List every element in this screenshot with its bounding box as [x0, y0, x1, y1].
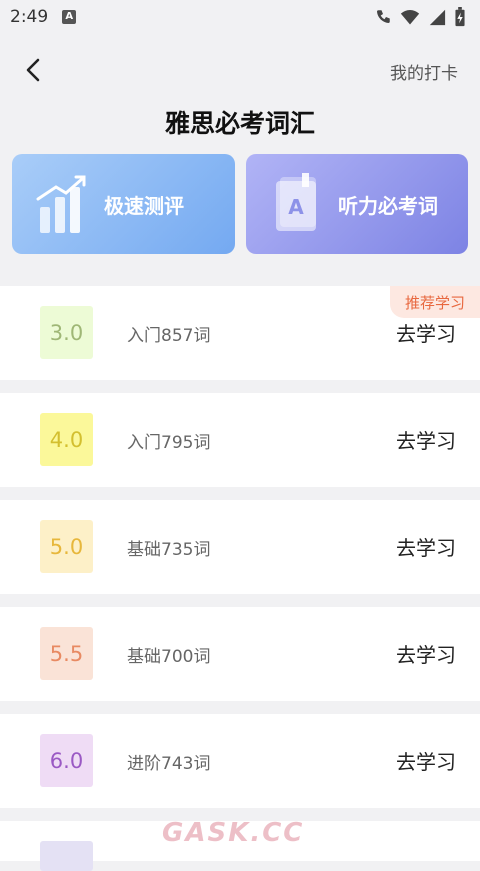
list-item[interactable]: 5.5 基础700词 去学习 [0, 607, 480, 701]
bar-chart-icon [36, 175, 86, 233]
status-time: 2:49 [10, 7, 49, 27]
recommend-tag: 推荐学习 [390, 286, 480, 318]
watermark: GASK.CC [162, 818, 305, 848]
level-label: 入门795词 [127, 433, 211, 453]
back-button[interactable] [18, 54, 50, 86]
go-study-button[interactable]: 去学习 [396, 639, 456, 668]
chevron-left-icon [26, 58, 40, 82]
level-badge: 5.0 [40, 520, 93, 573]
level-label: 进阶743词 [127, 754, 211, 774]
list-item[interactable]: 6.0 进阶743词 去学习 [0, 714, 480, 808]
status-bar: 2:49 A [0, 0, 480, 34]
my-checkin-link[interactable]: 我的打卡 [390, 59, 458, 84]
quick-test-label: 极速测评 [104, 193, 184, 218]
level-badge: 4.0 [40, 413, 93, 466]
level-list: 3.0 入门857词 去学习 推荐学习 4.0 入门795词 去学习 5.0 基… [0, 286, 480, 821]
quick-test-card[interactable]: 极速测评 [12, 154, 235, 254]
go-study-button[interactable]: 去学习 [396, 746, 456, 775]
level-label: 基础700词 [127, 647, 211, 667]
level-badge [40, 841, 93, 871]
go-study-button[interactable]: 去学习 [396, 532, 456, 561]
list-item[interactable]: 3.0 入门857词 去学习 推荐学习 [0, 286, 480, 380]
status-right [374, 7, 466, 27]
listening-words-card[interactable]: A 听力必考词 [246, 154, 468, 254]
list-item[interactable]: 4.0 入门795词 去学习 [0, 393, 480, 487]
level-badge: 6.0 [40, 734, 93, 787]
signal-icon [429, 9, 446, 26]
level-label: 入门857词 [127, 326, 211, 346]
top-bar: 我的打卡 [0, 46, 480, 92]
level-badge: 3.0 [40, 306, 93, 359]
wifi-icon [400, 10, 420, 25]
svg-text:A: A [288, 195, 304, 219]
notification-icon: A [62, 10, 77, 24]
go-study-button[interactable]: 去学习 [396, 425, 456, 454]
book-icon: A [276, 173, 316, 231]
level-label: 基础735词 [127, 540, 211, 560]
call-icon [377, 10, 390, 23]
go-study-button[interactable]: 去学习 [396, 318, 456, 347]
page-title: 雅思必考词汇 [164, 109, 315, 138]
status-left: 2:49 A [10, 7, 77, 27]
listening-words-label: 听力必考词 [338, 193, 438, 218]
list-item[interactable]: 5.0 基础735词 去学习 [0, 500, 480, 594]
level-badge: 5.5 [40, 627, 93, 680]
battery-icon [455, 7, 465, 27]
